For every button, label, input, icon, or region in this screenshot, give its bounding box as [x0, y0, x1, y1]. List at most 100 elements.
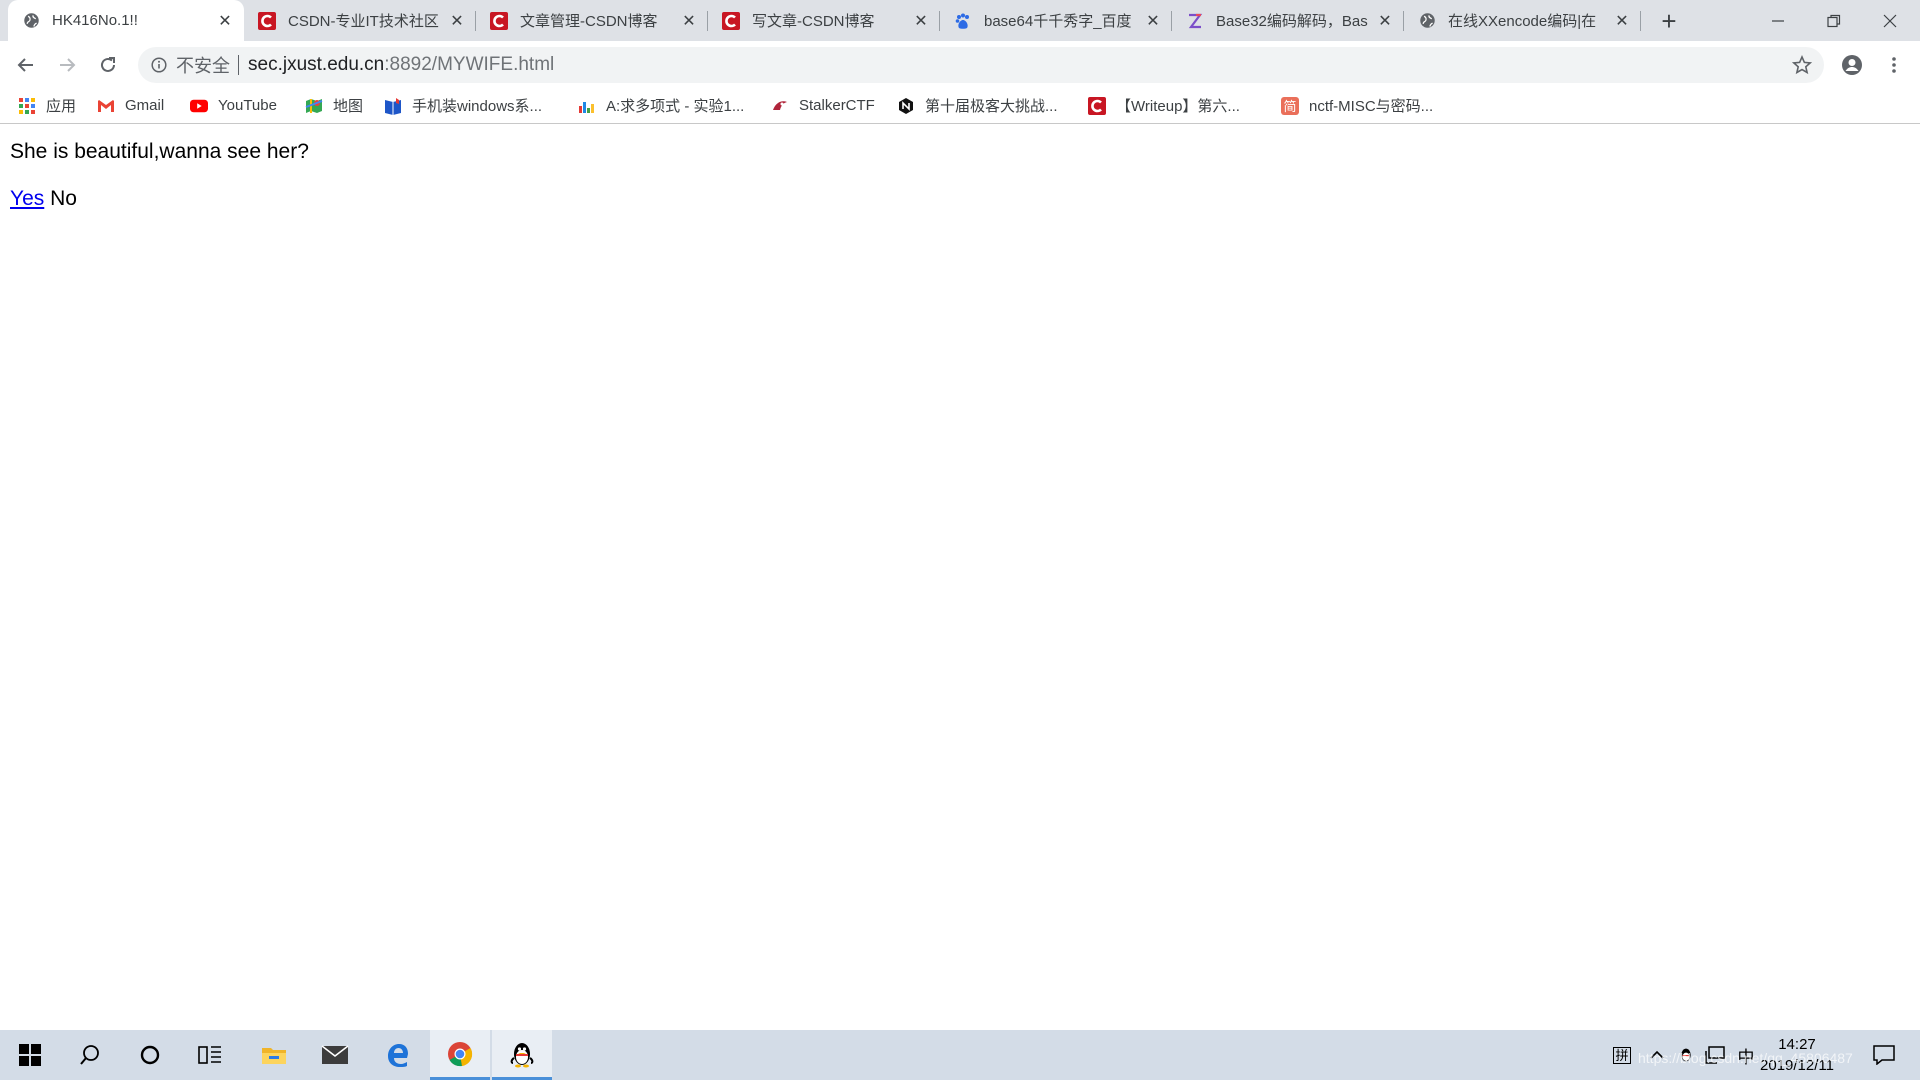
bookmark-label: 地图: [333, 98, 364, 115]
tab-xxencode[interactable]: 在线XXencode编码|在 ✕: [1404, 0, 1641, 41]
browser-toolbar: 不安全 sec.jxust.edu.cn:8892/MYWIFE.html: [0, 41, 1920, 88]
bookmark-label: A:求多项式 - 实验1...: [606, 98, 745, 115]
back-button[interactable]: [10, 49, 42, 81]
bookmark-geek-challenge[interactable]: 第十届极客大挑战...: [897, 88, 1058, 123]
menu-button[interactable]: [1878, 49, 1910, 81]
cortana-button[interactable]: [120, 1030, 180, 1080]
chrome-icon: [448, 1041, 473, 1066]
minimize-button[interactable]: [1750, 0, 1806, 41]
search-icon: [80, 1045, 99, 1065]
tab-title: 写文章-CSDN博客: [752, 13, 875, 30]
qq-penguin-icon: [510, 1042, 534, 1067]
tab-csdn[interactable]: CSDN-专业IT技术社区 ✕: [244, 0, 476, 41]
tab-title: CSDN-专业IT技术社区: [288, 13, 439, 30]
tab-write-article[interactable]: 写文章-CSDN博客 ✕: [708, 0, 940, 41]
account-circle-icon: [1842, 55, 1862, 75]
info-icon[interactable]: [150, 56, 168, 74]
ime-indicator[interactable]: 拼: [1608, 1030, 1636, 1080]
maps-icon: [305, 97, 323, 115]
cortana-circle-icon: [140, 1045, 160, 1065]
tab-article-manage[interactable]: 文章管理-CSDN博客 ✕: [476, 0, 708, 41]
csdn-icon: [1088, 96, 1106, 115]
qq-button[interactable]: [492, 1030, 552, 1080]
apps-grid-icon: [18, 97, 36, 115]
file-explorer-button[interactable]: [244, 1030, 304, 1080]
question-text: She is beautiful,wanna see her?: [10, 140, 309, 163]
csdn-icon: [722, 11, 740, 30]
bookmark-apps[interactable]: 应用: [18, 88, 76, 123]
tab-title: Base32编码解码，Bas: [1216, 13, 1368, 30]
close-icon[interactable]: ✕: [448, 12, 466, 30]
chart-icon: [578, 97, 596, 115]
tab-strip: HK416No.1!! ✕ CSDN-专业IT技术社区 ✕ 文章管理-CSDN博…: [0, 0, 1920, 41]
stalker-icon: [771, 97, 789, 115]
globe-icon: [1418, 12, 1436, 30]
watermark: https://blog.csdn.net/qq_45806487: [1638, 1050, 1853, 1066]
reload-button[interactable]: [92, 49, 124, 81]
bookmark-label: 手机装windows系...: [412, 98, 543, 115]
gmail-icon: [97, 97, 115, 115]
forward-button[interactable]: [51, 49, 83, 81]
close-window-button[interactable]: [1862, 0, 1918, 41]
tab-baidu[interactable]: base64千千秀字_百度 ✕: [940, 0, 1172, 41]
no-text[interactable]: No: [50, 187, 77, 210]
url-host: sec.jxust.edu.cn: [248, 54, 385, 75]
youtube-icon: [190, 97, 208, 115]
restore-button[interactable]: [1806, 0, 1862, 41]
bookmark-stalkerctf[interactable]: StalkerCTF: [771, 88, 875, 123]
tab-title: HK416No.1!!: [52, 12, 138, 29]
book-icon: [384, 97, 402, 115]
yes-link[interactable]: Yes: [10, 187, 44, 210]
tab-active[interactable]: HK416No.1!! ✕: [8, 0, 244, 41]
bookmark-youtube[interactable]: YouTube: [190, 88, 277, 123]
bookmarks-bar: 应用 Gmail YouTube 地图 手机装windows系... A:求多项…: [0, 88, 1920, 124]
close-icon[interactable]: ✕: [1144, 12, 1162, 30]
task-view-icon: [198, 1046, 221, 1064]
star-icon[interactable]: [1791, 55, 1813, 81]
bookmark-windows-phone[interactable]: 手机装windows系...: [384, 88, 542, 123]
z-icon: [1186, 12, 1204, 30]
arrow-left-icon: [17, 58, 33, 72]
reload-icon: [101, 57, 115, 72]
address-bar[interactable]: 不安全 sec.jxust.edu.cn:8892/MYWIFE.html: [138, 47, 1824, 83]
windows-logo-icon: [19, 1044, 41, 1066]
action-center-button[interactable]: [1864, 1030, 1904, 1080]
csdn-icon: [490, 11, 508, 30]
tab-title: base64千千秀字_百度: [984, 13, 1132, 30]
close-icon[interactable]: ✕: [1376, 12, 1394, 30]
new-tab-button[interactable]: +: [1657, 6, 1681, 36]
tab-title: 文章管理-CSDN博客: [520, 13, 658, 30]
edge-button[interactable]: [368, 1030, 428, 1080]
search-button[interactable]: [60, 1030, 120, 1080]
close-icon[interactable]: ✕: [1613, 12, 1631, 30]
svg-text:简: 简: [1283, 99, 1296, 115]
chrome-button[interactable]: [430, 1030, 490, 1080]
profile-button[interactable]: [1836, 49, 1868, 81]
bookmark-label: StalkerCTF: [799, 97, 875, 114]
close-icon[interactable]: ✕: [912, 12, 930, 30]
url-path: :8892/MYWIFE.html: [384, 54, 555, 75]
bookmark-writeup[interactable]: 【Writeup】第六...: [1088, 88, 1240, 123]
bookmark-label: 第十届极客大挑战...: [925, 98, 1058, 115]
arrow-right-icon: [60, 58, 76, 72]
close-icon[interactable]: ✕: [680, 12, 698, 30]
security-label[interactable]: 不安全: [176, 52, 230, 78]
task-view-button[interactable]: [180, 1030, 240, 1080]
kebab-menu-icon: [1892, 57, 1896, 73]
bookmark-label: nctf-MISC与密码...: [1309, 98, 1434, 115]
taskbar: 拼 中 14:27 2019/12/11: [0, 1030, 1920, 1080]
tab-base32[interactable]: Base32编码解码，Bas ✕: [1172, 0, 1404, 41]
globe-icon: [22, 12, 40, 30]
bookmark-nctf[interactable]: 简 nctf-MISC与密码...: [1281, 88, 1433, 123]
answer-line: Yes No: [10, 187, 77, 211]
bookmark-label: 【Writeup】第六...: [1116, 98, 1240, 115]
bookmark-polynomial[interactable]: A:求多项式 - 实验1...: [578, 88, 744, 123]
start-button[interactable]: [0, 1030, 60, 1080]
bookmark-gmail[interactable]: Gmail: [97, 88, 164, 123]
csdn-icon: [258, 11, 276, 30]
bookmark-maps[interactable]: 地图: [305, 88, 363, 123]
mail-button[interactable]: [305, 1030, 365, 1080]
bookmark-label: 应用: [46, 98, 77, 115]
close-icon[interactable]: ✕: [216, 12, 234, 30]
bookmark-label: Gmail: [125, 97, 165, 114]
